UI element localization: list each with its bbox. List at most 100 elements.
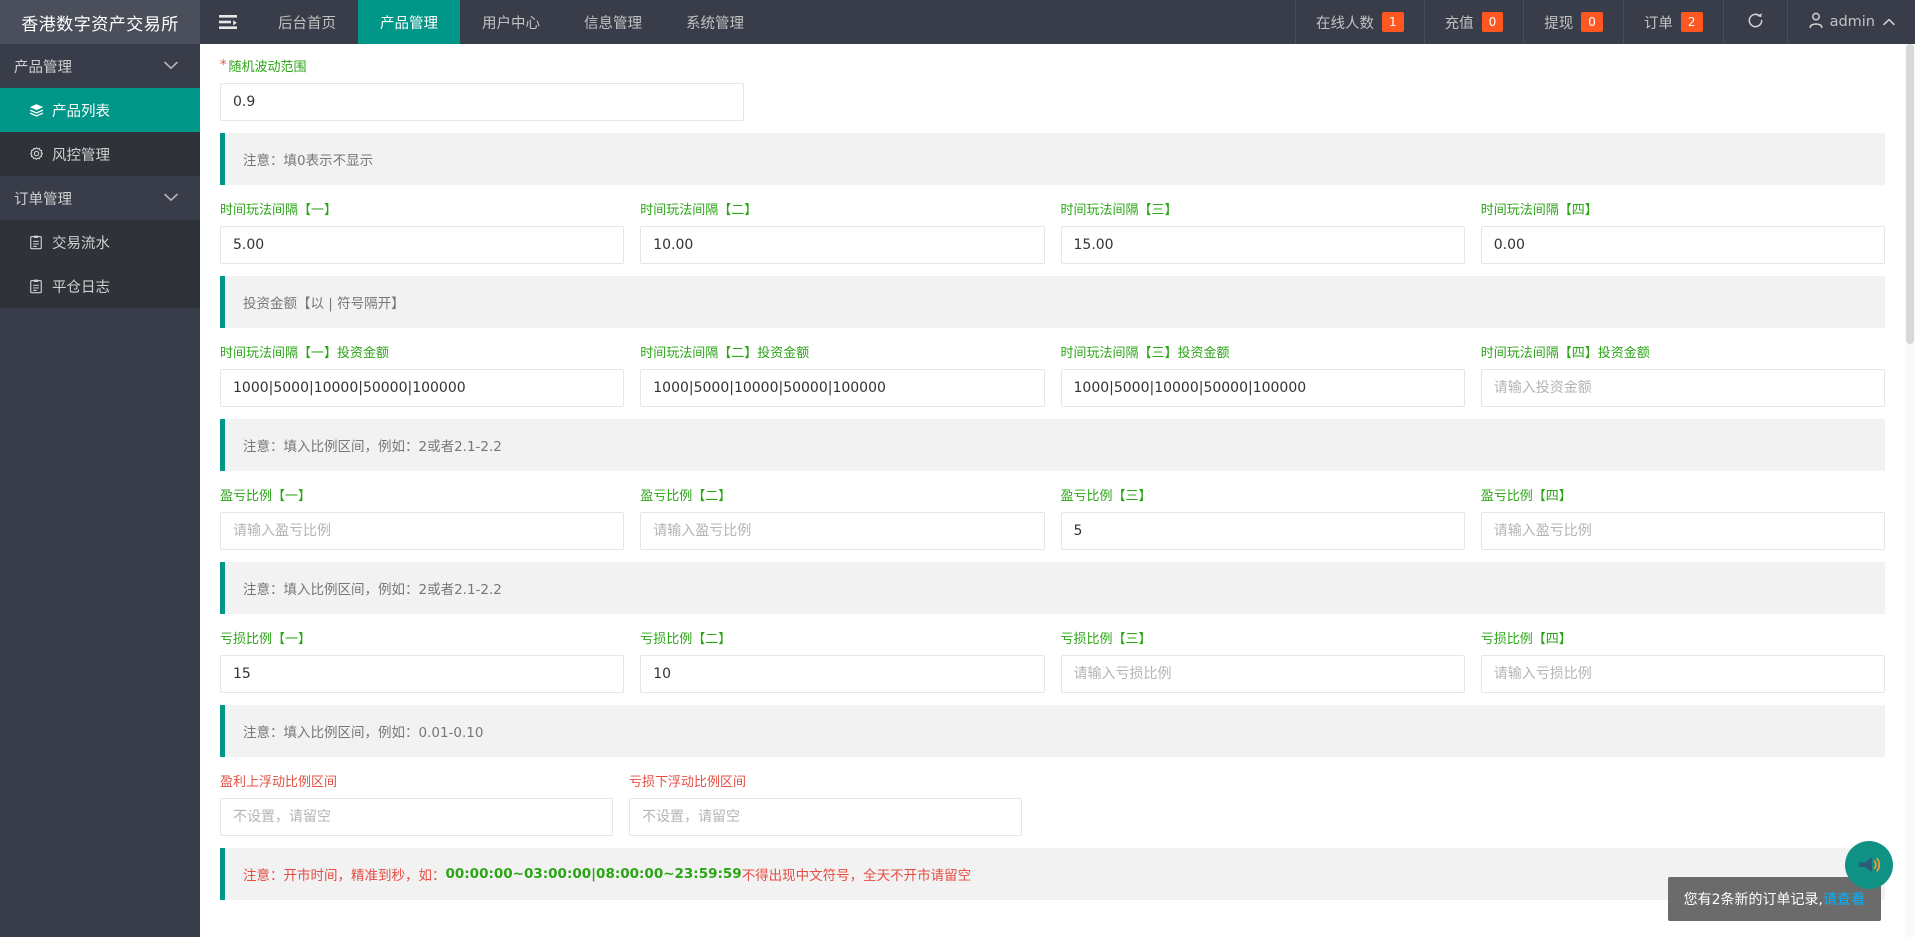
sidebar-group-order-management-label: 订单管理 xyxy=(14,191,72,208)
input-time-interval-4[interactable] xyxy=(1480,226,1885,264)
field-loss-ratio-3: 亏损比例【三】 xyxy=(1060,628,1465,693)
alert-ratio-range-1: 注意：填入比例区间，例如：2或者2.1-2.2 xyxy=(220,419,1885,471)
sidebar-item-product-list[interactable]: 产品列表 xyxy=(0,88,200,132)
stat-deposit[interactable]: 充值 0 xyxy=(1423,0,1524,44)
input-invest-amount-1[interactable] xyxy=(220,369,625,407)
field-loss-float-range: 亏损下浮动比例区间 xyxy=(629,771,1022,836)
stat-online-count[interactable]: 在线人数 1 xyxy=(1295,0,1424,44)
clipboard-icon xyxy=(28,235,44,250)
stat-orders-label: 订单 xyxy=(1643,15,1673,32)
layers-icon xyxy=(28,103,44,118)
label-time-interval-2: 时间玩法间隔【二】 xyxy=(640,203,758,218)
input-loss-ratio-4[interactable] xyxy=(1480,655,1885,693)
sidebar-item-close-position-log[interactable]: 平仓日志 xyxy=(0,264,200,308)
label-invest-amount-2: 时间玩法间隔【二】投资金额 xyxy=(640,346,810,361)
field-time-interval-4: 时间玩法间隔【四】 xyxy=(1480,199,1885,264)
input-profit-float-range[interactable] xyxy=(220,798,613,836)
row-profit-ratios: 盈亏比例【一】 盈亏比例【二】 盈亏比例【三】 盈亏比例【四】 xyxy=(220,485,1885,550)
field-random-range: * 随机波动范围 xyxy=(220,56,744,121)
alert-market-time: 注意：开市时间，精准到秒，如： 00:00:00~03:00:00|08:00:0… xyxy=(220,848,1885,900)
field-loss-ratio-4: 亏损比例【四】 xyxy=(1480,628,1885,693)
input-loss-float-range[interactable] xyxy=(629,798,1022,836)
refresh-button[interactable] xyxy=(1722,0,1787,44)
label-loss-float-range: 亏损下浮动比例区间 xyxy=(629,775,747,790)
label-time-interval-1: 时间玩法间隔【一】 xyxy=(220,203,338,218)
field-time-interval-2: 时间玩法间隔【二】 xyxy=(640,199,1045,264)
alert-market-time-highlight: 00:00:00~03:00:00|08:00:00~23:59:59 xyxy=(445,866,742,882)
input-random-range[interactable] xyxy=(220,83,744,121)
label-loss-ratio-2: 亏损比例【二】 xyxy=(640,632,732,647)
sidebar-item-risk-management-label: 风控管理 xyxy=(52,147,110,164)
stat-orders[interactable]: 订单 2 xyxy=(1622,0,1723,44)
tab-home[interactable]: 后台首页 xyxy=(256,0,358,44)
sidebar-group-product-management-label: 产品管理 xyxy=(14,59,72,76)
input-invest-amount-2[interactable] xyxy=(640,369,1045,407)
row-loss-ratios: 亏损比例【一】 亏损比例【二】 亏损比例【三】 亏损比例【四】 xyxy=(220,628,1885,693)
label-profit-ratio-3: 盈亏比例【三】 xyxy=(1060,489,1152,504)
main-content: *随机波动范围 注意：填0表示不显示 时间玩法间隔【一】 时间玩法间隔【二】 时… xyxy=(200,44,1915,937)
alert-market-time-suffix: 不得出现中文符号，全天不开市请留空 xyxy=(741,868,972,884)
input-loss-ratio-1[interactable] xyxy=(220,655,625,693)
field-profit-ratio-4: 盈亏比例【四】 xyxy=(1480,485,1885,550)
label-profit-float-range: 盈利上浮动比例区间 xyxy=(220,775,338,790)
label-time-interval-3: 时间玩法间隔【三】 xyxy=(1060,203,1178,218)
stat-withdraw-badge: 0 xyxy=(1581,12,1603,32)
label-invest-amount-4: 时间玩法间隔【四】投资金额 xyxy=(1480,346,1650,361)
input-time-interval-3[interactable] xyxy=(1060,226,1465,264)
input-time-interval-2[interactable] xyxy=(640,226,1045,264)
sidebar-group-product-management[interactable]: 产品管理 xyxy=(0,44,200,88)
stat-online-count-badge: 1 xyxy=(1382,12,1404,32)
field-time-interval-1: 时间玩法间隔【一】 xyxy=(220,199,625,264)
field-profit-ratio-3: 盈亏比例【三】 xyxy=(1060,485,1465,550)
app-logo[interactable]: 香港数字资产交易所 xyxy=(0,0,200,44)
sidebar-submenu-order: 交易流水 平仓日志 xyxy=(0,220,200,308)
input-loss-ratio-3[interactable] xyxy=(1060,655,1465,693)
field-profit-ratio-1: 盈亏比例【一】 xyxy=(220,485,625,550)
app-root: 香港数字资产交易所 后台首页 产品管理 用户中心 信息管理 系统管理 在线人数 … xyxy=(0,0,1915,937)
label-loss-ratio-1: 亏损比例【一】 xyxy=(220,632,312,647)
field-time-interval-3: 时间玩法间隔【三】 xyxy=(1060,199,1465,264)
label-invest-amount-3: 时间玩法间隔【三】投资金额 xyxy=(1060,346,1230,361)
order-notification-toast[interactable]: 您有2条新的订单记录,请查看 xyxy=(1667,877,1881,921)
tab-product-management[interactable]: 产品管理 xyxy=(358,0,460,44)
user-icon xyxy=(1808,12,1824,33)
field-loss-ratio-1: 亏损比例【一】 xyxy=(220,628,625,693)
list-indent-icon[interactable] xyxy=(200,0,256,44)
input-profit-ratio-2[interactable] xyxy=(640,512,1045,550)
page-scrollbar-track[interactable] xyxy=(1905,44,1915,937)
input-invest-amount-3[interactable] xyxy=(1060,369,1465,407)
clipboard-icon xyxy=(28,279,44,294)
stat-deposit-label: 充值 xyxy=(1444,15,1474,32)
announcement-fab-button[interactable] xyxy=(1845,841,1893,889)
page-scrollbar-thumb[interactable] xyxy=(1906,44,1914,344)
input-loss-ratio-2[interactable] xyxy=(640,655,1045,693)
field-invest-amount-4: 时间玩法间隔【四】投资金额 xyxy=(1480,342,1885,407)
field-profit-ratio-2: 盈亏比例【二】 xyxy=(640,485,1045,550)
label-profit-ratio-1: 盈亏比例【一】 xyxy=(220,489,312,504)
tab-user-center[interactable]: 用户中心 xyxy=(460,0,562,44)
sidebar: 产品管理 产品列表 风控管理 订单管理 交易流水 平仓日志 xyxy=(0,44,200,937)
input-profit-ratio-4[interactable] xyxy=(1480,512,1885,550)
sidebar-item-transaction-flow[interactable]: 交易流水 xyxy=(0,220,200,264)
toast-view-link[interactable]: 请查看 xyxy=(1823,892,1865,908)
row-invest-amounts: 时间玩法间隔【一】投资金额 时间玩法间隔【二】投资金额 时间玩法间隔【三】投资金… xyxy=(220,342,1885,407)
input-profit-ratio-3[interactable] xyxy=(1060,512,1465,550)
chevron-up-icon xyxy=(1883,16,1895,29)
field-invest-amount-2: 时间玩法间隔【二】投资金额 xyxy=(640,342,1045,407)
input-profit-ratio-1[interactable] xyxy=(220,512,625,550)
tab-info-management[interactable]: 信息管理 xyxy=(562,0,664,44)
field-invest-amount-1: 时间玩法间隔【一】投资金额 xyxy=(220,342,625,407)
stat-withdraw[interactable]: 提现 0 xyxy=(1523,0,1623,44)
label-invest-amount-1: 时间玩法间隔【一】投资金额 xyxy=(220,346,390,361)
alert-fill-zero: 注意：填0表示不显示 xyxy=(220,133,1885,185)
field-profit-float-range: 盈利上浮动比例区间 xyxy=(220,771,613,836)
input-invest-amount-4[interactable] xyxy=(1480,369,1885,407)
sidebar-item-risk-management[interactable]: 风控管理 xyxy=(0,132,200,176)
sidebar-group-order-management[interactable]: 订单管理 xyxy=(0,176,200,220)
user-menu[interactable]: admin xyxy=(1786,0,1915,44)
stat-withdraw-label: 提现 xyxy=(1544,15,1574,32)
tab-system-management[interactable]: 系统管理 xyxy=(664,0,766,44)
input-time-interval-1[interactable] xyxy=(220,226,625,264)
row-float-ranges: 盈利上浮动比例区间 亏损下浮动比例区间 xyxy=(220,771,1885,836)
sidebar-item-transaction-flow-label: 交易流水 xyxy=(52,235,110,252)
